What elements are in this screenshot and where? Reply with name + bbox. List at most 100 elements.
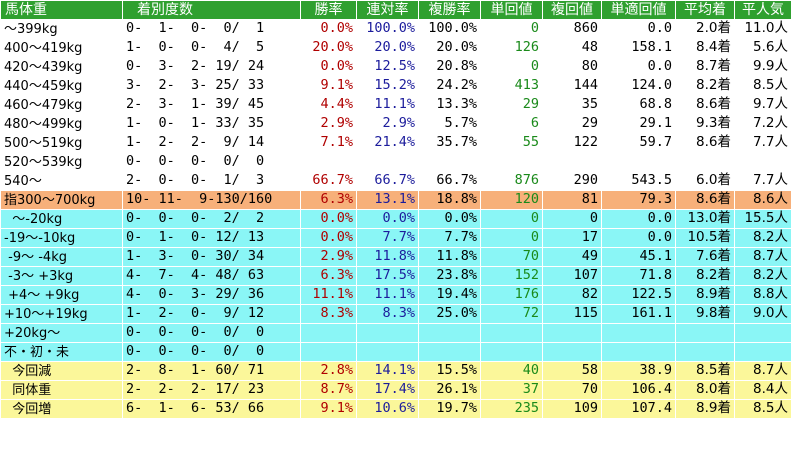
adjusted-return-cell	[601, 152, 676, 172]
adjusted-return-cell: 45.1	[601, 247, 676, 267]
header-win-rate[interactable]: 勝率	[300, 0, 357, 20]
tansho-return-cell	[480, 323, 543, 343]
weight-label-cell: 不・初・未	[0, 342, 123, 362]
adjusted-return-cell	[601, 342, 676, 362]
header-record[interactable]: 着別度数	[122, 0, 301, 20]
quinella-rate-cell: 2.9%	[356, 114, 419, 134]
table-row[interactable]: 〜-20kg 0- 0- 0- 2/ 2 0.0% 0.0% 0.0% 0 0 0.0 13.0…	[0, 209, 791, 229]
adjusted-return-cell	[601, 323, 676, 343]
table-row[interactable]: 480〜499kg 1- 0- 1- 33/ 35 2.9% 2.9% 5.7% 6 29 2…	[0, 114, 791, 134]
table-header-row: 馬体重 着別度数 勝率 連対率 複勝率 単回値 複回値 単適回値 平均着 平人気	[0, 0, 791, 20]
quinella-rate-cell: 100.0%	[356, 19, 419, 39]
weight-label-cell: 指300〜700kg	[0, 190, 123, 210]
adjusted-return-cell: 38.9	[601, 361, 676, 381]
table-row[interactable]: 420〜439kg 0- 3- 2- 19/ 24 0.0% 12.5% 20.8% 0 8…	[0, 57, 791, 77]
average-popularity-cell: 9.7人	[734, 95, 791, 115]
table-row[interactable]: +20kg〜 0- 0- 0- 0/ 0	[0, 323, 791, 343]
weight-label-cell: 540〜	[0, 171, 123, 191]
table-row[interactable]: 440〜459kg 3- 2- 3- 25/ 33 9.1% 15.2% 24.2% 41…	[0, 76, 791, 96]
table-row[interactable]: 500〜519kg 1- 2- 2- 9/ 14 7.1% 21.4% 35.7% 55 1…	[0, 133, 791, 153]
header-fukusho-return[interactable]: 複回値	[542, 0, 602, 20]
win-rate-cell: 6.3%	[300, 190, 357, 210]
table-body: 〜399kg 0- 1- 0- 0/ 1 0.0% 100.0% 100.0% 0 860 0…	[0, 19, 791, 419]
win-rate-cell: 2.9%	[300, 247, 357, 267]
tansho-return-cell: 0	[480, 209, 543, 229]
fukusho-return-cell: 29	[542, 114, 602, 134]
place-rate-cell: 25.0%	[418, 304, 481, 324]
fukusho-return-cell	[542, 342, 602, 362]
adjusted-return-cell: 161.1	[601, 304, 676, 324]
table-row[interactable]: 今回増 6- 1- 6- 53/ 66 9.1% 10.6% 19.7% 235 109 10…	[0, 399, 791, 419]
average-finish-cell: 8.0着	[675, 380, 735, 400]
table-row[interactable]: +10〜+19kg 1- 2- 0- 9/ 12 8.3% 8.3% 25.0% 72 11…	[0, 304, 791, 324]
average-finish-cell: 13.0着	[675, 209, 735, 229]
table-row[interactable]: 不・初・未 0- 0- 0- 0/ 0	[0, 342, 791, 362]
tansho-return-cell: 29	[480, 95, 543, 115]
fukusho-return-cell: 107	[542, 266, 602, 286]
header-average-finish[interactable]: 平均着	[675, 0, 735, 20]
place-rate-cell: 0.0%	[418, 209, 481, 229]
table-row[interactable]: 同体重 2- 2- 2- 17/ 23 8.7% 17.4% 26.1% 37 70 106.…	[0, 380, 791, 400]
average-finish-cell: 10.5着	[675, 228, 735, 248]
average-finish-cell	[675, 342, 735, 362]
header-quinella-rate[interactable]: 連対率	[356, 0, 419, 20]
quinella-rate-cell: 13.1%	[356, 190, 419, 210]
adjusted-return-cell: 0.0	[601, 57, 676, 77]
average-popularity-cell: 8.8人	[734, 285, 791, 305]
average-finish-cell: 6.0着	[675, 171, 735, 191]
average-finish-cell: 9.3着	[675, 114, 735, 134]
table-row[interactable]: 400〜419kg 1- 0- 0- 4/ 5 20.0% 20.0% 20.0% 126…	[0, 38, 791, 58]
record-cell: 1- 0- 1- 33/ 35	[122, 114, 301, 134]
tansho-return-cell: 6	[480, 114, 543, 134]
weight-label-cell: 〜399kg	[0, 19, 123, 39]
table-row[interactable]: +4〜 +9kg 4- 0- 3- 29/ 36 11.1% 11.1% 19.4% 17…	[0, 285, 791, 305]
adjusted-return-cell: 59.7	[601, 133, 676, 153]
place-rate-cell: 13.3%	[418, 95, 481, 115]
place-rate-cell: 5.7%	[418, 114, 481, 134]
record-cell: 1- 3- 0- 30/ 34	[122, 247, 301, 267]
win-rate-cell: 9.1%	[300, 399, 357, 419]
win-rate-cell: 2.8%	[300, 361, 357, 381]
adjusted-return-cell: 124.0	[601, 76, 676, 96]
quinella-rate-cell	[356, 342, 419, 362]
average-popularity-cell: 7.7人	[734, 133, 791, 153]
fukusho-return-cell: 81	[542, 190, 602, 210]
tansho-return-cell: 126	[480, 38, 543, 58]
win-rate-cell: 0.0%	[300, 57, 357, 77]
place-rate-cell: 20.0%	[418, 38, 481, 58]
table-row[interactable]: -3〜 +3kg 4- 7- 4- 48/ 63 6.3% 17.5% 23.8% 152…	[0, 266, 791, 286]
header-place-rate[interactable]: 複勝率	[418, 0, 481, 20]
quinella-rate-cell: 11.1%	[356, 285, 419, 305]
header-weight[interactable]: 馬体重	[0, 0, 123, 20]
header-tansho-return[interactable]: 単回値	[480, 0, 543, 20]
fukusho-return-cell: 35	[542, 95, 602, 115]
average-popularity-cell: 5.6人	[734, 38, 791, 58]
table-row[interactable]: 指300〜700kg 10- 11- 9-130/160 6.3% 13.1% 18.8…	[0, 190, 791, 210]
fukusho-return-cell: 122	[542, 133, 602, 153]
fukusho-return-cell: 290	[542, 171, 602, 191]
record-cell: 2- 2- 2- 17/ 23	[122, 380, 301, 400]
tansho-return-cell: 72	[480, 304, 543, 324]
weight-label-cell: 480〜499kg	[0, 114, 123, 134]
table-row[interactable]: 〜399kg 0- 1- 0- 0/ 1 0.0% 100.0% 100.0% 0 860 0…	[0, 19, 791, 39]
header-adjusted-tansho-return[interactable]: 単適回値	[601, 0, 676, 20]
table-row[interactable]: 520〜539kg 0- 0- 0- 0/ 0	[0, 152, 791, 172]
place-rate-cell: 11.8%	[418, 247, 481, 267]
fukusho-return-cell: 70	[542, 380, 602, 400]
place-rate-cell	[418, 152, 481, 172]
average-popularity-cell: 11.0人	[734, 19, 791, 39]
horse-weight-stats-table: 馬体重 着別度数 勝率 連対率 複勝率 単回値 複回値 単適回値 平均着 平人気…	[0, 0, 791, 419]
header-average-popularity[interactable]: 平人気	[734, 0, 791, 20]
tansho-return-cell: 40	[480, 361, 543, 381]
win-rate-cell: 6.3%	[300, 266, 357, 286]
win-rate-cell: 9.1%	[300, 76, 357, 96]
table-row[interactable]: 540〜 2- 0- 0- 1/ 3 66.7% 66.7% 66.7% 876 290 54…	[0, 171, 791, 191]
weight-label-cell: -3〜 +3kg	[0, 266, 123, 286]
table-row[interactable]: -9〜 -4kg 1- 3- 0- 30/ 34 2.9% 11.8% 11.8% 70 4…	[0, 247, 791, 267]
table-row[interactable]: 今回減 2- 8- 1- 60/ 71 2.8% 14.1% 15.5% 40 58 38.9…	[0, 361, 791, 381]
table-row[interactable]: -19〜-10kg 0- 1- 0- 12/ 13 0.0% 7.7% 7.7% 0 17 0…	[0, 228, 791, 248]
average-popularity-cell: 7.7人	[734, 171, 791, 191]
table-row[interactable]: 460〜479kg 2- 3- 1- 39/ 45 4.4% 11.1% 13.3% 29…	[0, 95, 791, 115]
quinella-rate-cell: 17.4%	[356, 380, 419, 400]
average-finish-cell: 8.7着	[675, 57, 735, 77]
